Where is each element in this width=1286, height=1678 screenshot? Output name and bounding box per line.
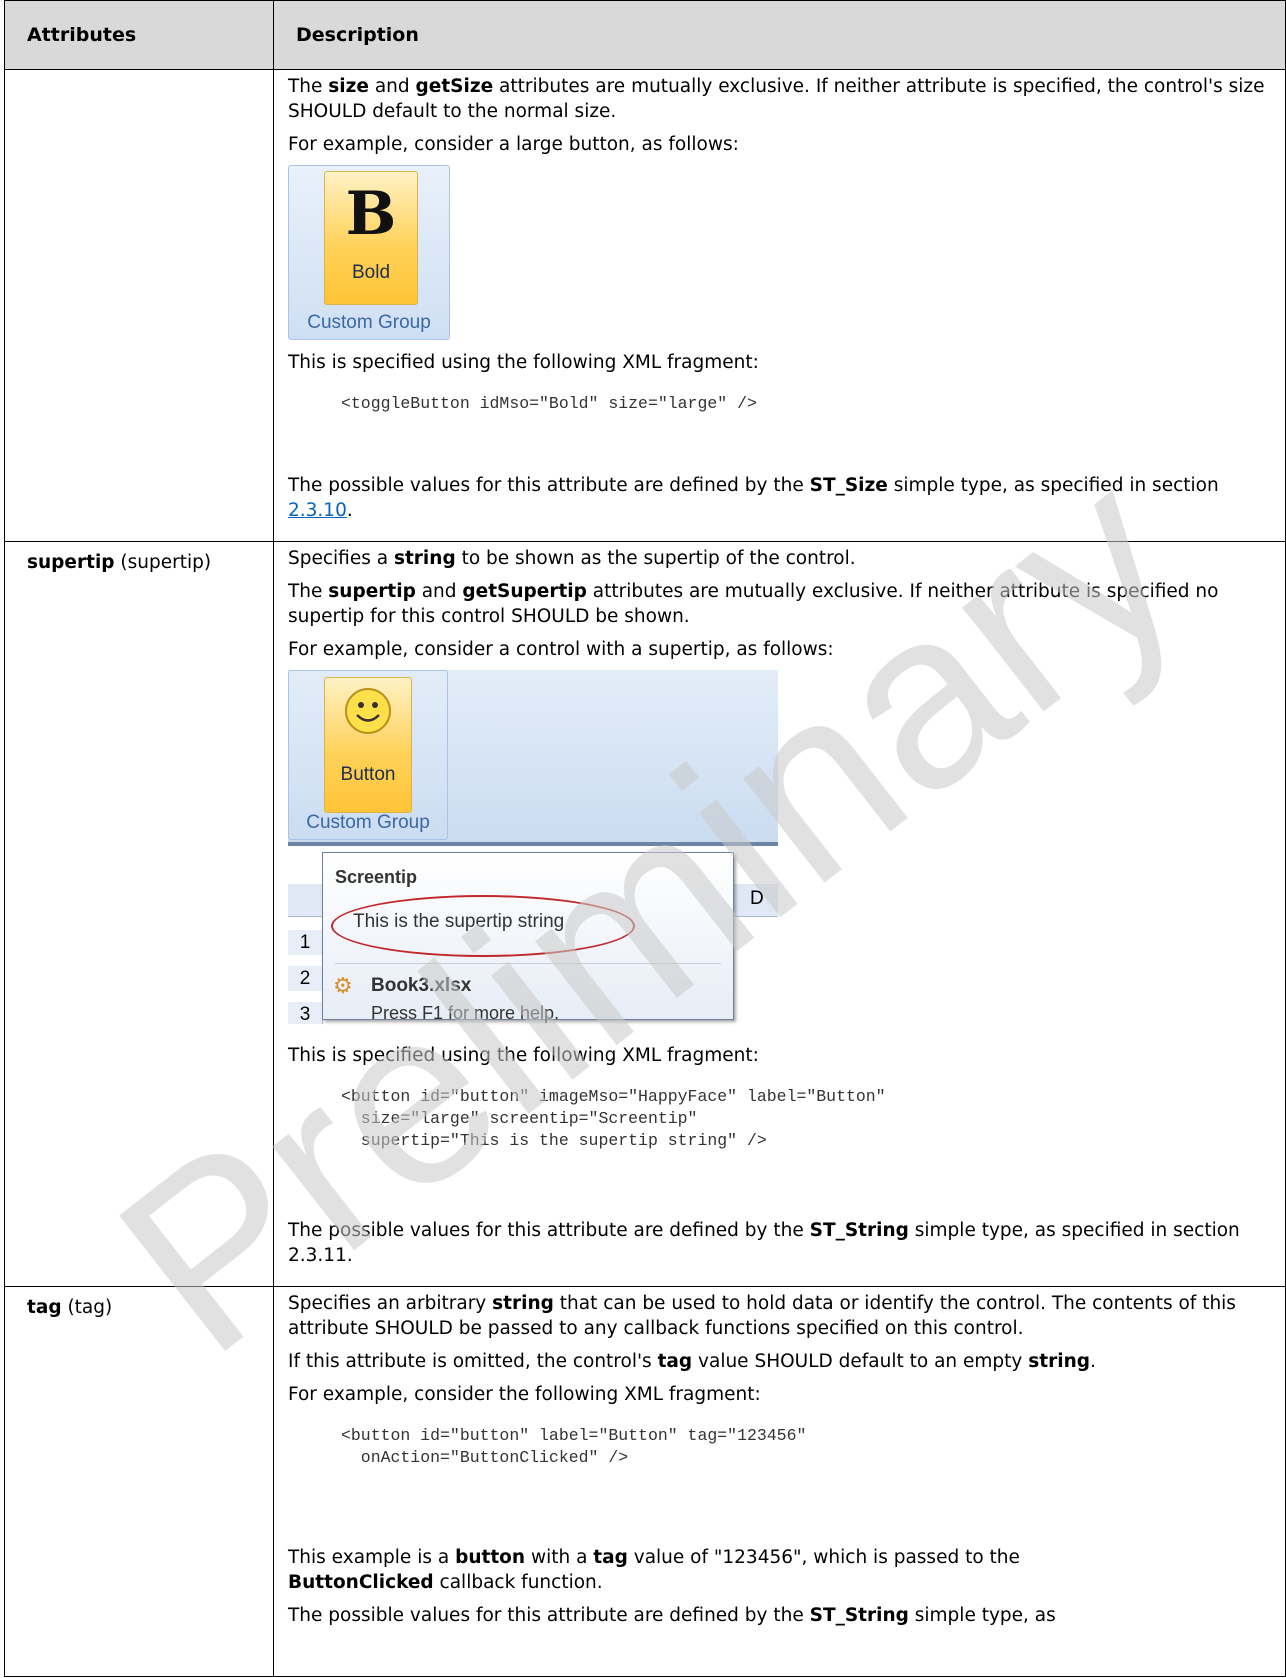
tooltip-text: This is the supertip string: [353, 911, 565, 932]
paragraph: The size and getSize attributes are mutu…: [288, 76, 1265, 122]
happyface-icon: [345, 688, 391, 734]
paragraph: This is specified using the following XM…: [288, 352, 759, 373]
paragraph: If this attribute is omitted, the contro…: [288, 1351, 1096, 1372]
bold-button: B Bold: [324, 171, 418, 305]
column-header-d: D: [750, 888, 764, 909]
paragraph: This is specified using the following XM…: [288, 1045, 759, 1066]
bold-button-label: Bold: [351, 262, 391, 283]
row-header: 3: [288, 1002, 323, 1024]
group-label: Custom Group: [307, 312, 431, 333]
paragraph: Specifies an arbitrary string that can b…: [288, 1293, 1236, 1339]
worksheet: D 1 2 3 Screentip This is the supertip s…: [288, 842, 778, 1039]
table-row-tag: tag (tag) Specifies an arbitrary string …: [4, 1286, 1286, 1677]
paragraph: The possible values for this attribute a…: [288, 1220, 1240, 1266]
header-description: Description: [273, 0, 1286, 70]
paragraph: The possible values for this attribute a…: [288, 1605, 1056, 1626]
divider: [335, 963, 721, 964]
attribute-cell-empty: [4, 69, 274, 542]
gear-icon: ⚙: [333, 973, 353, 998]
happyface-button: Button: [324, 677, 412, 813]
button-label: Button: [340, 764, 396, 785]
description-cell-supertip: Specifies a string to be shown as the su…: [273, 541, 1286, 1287]
code-fragment: <button id="button" imageMso="HappyFace"…: [341, 1087, 886, 1150]
file-name: Book3.xlsx: [371, 975, 472, 996]
paragraph: Specifies a string to be shown as the su…: [288, 548, 856, 569]
table-row-supertip: supertip (supertip) Specifies a string t…: [4, 541, 1286, 1287]
code-fragment: <toggleButton idMso="Bold" size="large" …: [341, 394, 757, 413]
bold-icon: B: [345, 179, 397, 249]
paragraph: This example is a button with a tag valu…: [288, 1547, 1020, 1593]
row-header: 1: [288, 930, 323, 955]
supertip-screenshot: Button Custom Group D 1 2 3 Screentip Th…: [288, 670, 778, 1039]
description-cell-tag: Specifies an arbitrary string that can b…: [273, 1286, 1286, 1677]
paragraph: For example, consider a control with a s…: [288, 639, 834, 660]
description-cell-size: The size and getSize attributes are mutu…: [273, 69, 1286, 542]
header-attributes: Attributes: [4, 0, 274, 70]
paragraph: The possible values for this attribute a…: [288, 475, 1219, 521]
group-label: Custom Group: [306, 812, 430, 833]
ribbon-bold-screenshot: B Bold Custom Group: [288, 165, 450, 340]
supertip-popup: Screentip This is the supertip string ⚙ …: [322, 852, 734, 1023]
attribute-cell-tag: tag (tag): [4, 1286, 274, 1677]
table-header-row: Attributes Description: [4, 0, 1286, 70]
section-link[interactable]: 2.3.10: [288, 500, 347, 521]
attribute-cell-supertip: supertip (supertip): [4, 541, 274, 1287]
ribbon: Button Custom Group: [288, 670, 778, 842]
ribbon-group: Button Custom Group: [288, 670, 448, 840]
paragraph: The supertip and getSupertip attributes …: [288, 581, 1219, 627]
row-header: 2: [288, 966, 323, 991]
document-page: Attributes Description The size and getS…: [0, 0, 1286, 1678]
paragraph: For example, consider a large button, as…: [288, 134, 739, 155]
code-fragment: <button id="button" label="Button" tag="…: [341, 1426, 807, 1467]
tooltip-title: Screentip: [335, 867, 418, 887]
paragraph: For example, consider the following XML …: [288, 1384, 761, 1405]
help-text: Press F1 for more help.: [371, 1003, 560, 1023]
table-row-size: The size and getSize attributes are mutu…: [4, 69, 1286, 542]
attributes-table: Attributes Description The size and getS…: [4, 0, 1286, 1677]
